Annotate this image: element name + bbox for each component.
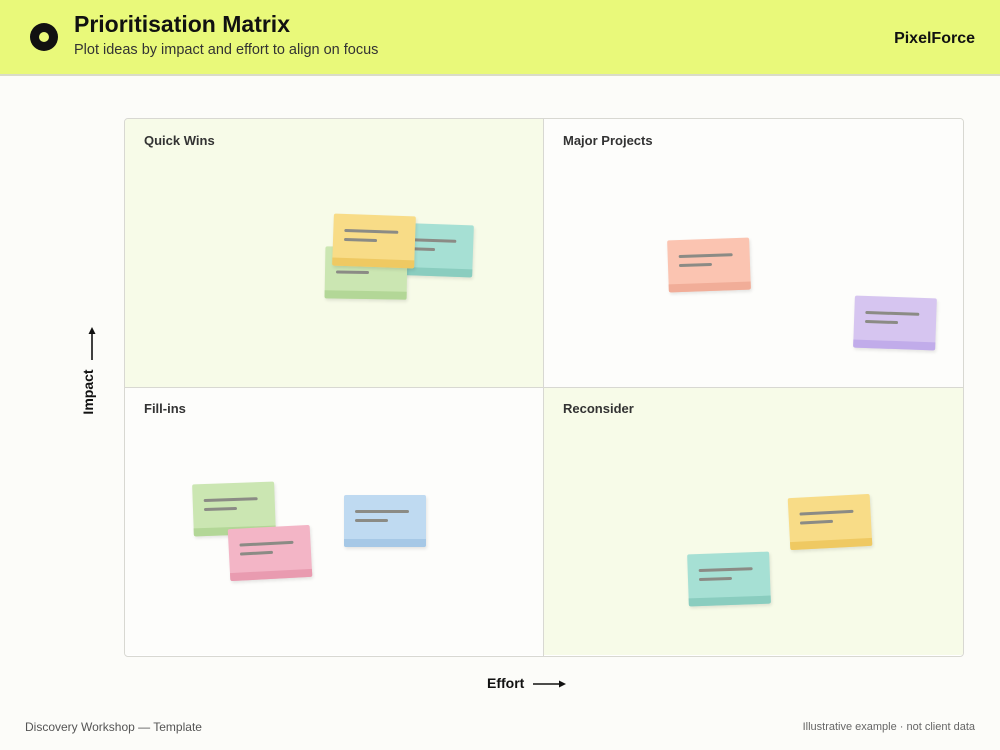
y-axis-label: Impact <box>80 369 96 415</box>
footer-disclaimer: Illustrative example · not client data <box>802 721 975 733</box>
footer-caption: Discovery Workshop — Template <box>25 720 202 734</box>
arrow-right-icon <box>533 680 566 688</box>
sticky-note[interactable] <box>227 524 313 582</box>
quadrant-quick-wins: Quick Wins <box>125 119 544 387</box>
quadrant-major-projects: Major Projects <box>544 119 963 387</box>
sticky-note[interactable] <box>787 493 873 551</box>
quadrant-reconsider: Reconsider <box>544 387 963 655</box>
quadrant-label: Reconsider <box>563 401 634 416</box>
sticky-note[interactable] <box>667 237 751 293</box>
page-subtitle: Plot ideas by impact and effort to align… <box>74 42 379 58</box>
sticky-note[interactable] <box>344 495 426 547</box>
quadrant-label: Major Projects <box>563 133 653 148</box>
prioritisation-matrix: Quick Wins Major Projects Fill-ins Recon… <box>124 118 964 657</box>
quadrant-fill-ins: Fill-ins <box>125 387 544 655</box>
quadrant-label: Quick Wins <box>144 133 215 148</box>
quadrant-label: Fill-ins <box>144 401 186 416</box>
sticky-note[interactable] <box>853 295 937 351</box>
sticky-note[interactable] <box>687 551 771 607</box>
header-bar: Prioritisation Matrix Plot ideas by impa… <box>0 0 1000 76</box>
horizontal-divider <box>125 387 963 388</box>
brand-name: PixelForce <box>894 30 975 47</box>
sticky-note[interactable] <box>332 213 416 269</box>
page-title: Prioritisation Matrix <box>74 11 290 37</box>
logo-icon <box>30 23 58 51</box>
x-axis-label: Effort <box>487 675 525 691</box>
arrow-up-icon <box>88 327 96 360</box>
